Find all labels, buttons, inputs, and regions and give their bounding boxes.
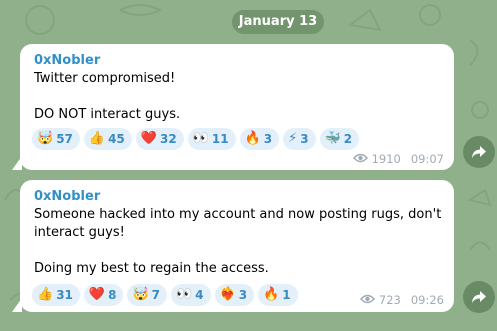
reaction-count: 57 — [56, 132, 73, 146]
message-bubble[interactable]: 0xNobler Twitter compromised! DO NOT int… — [12, 44, 454, 170]
exploding-head-icon: 🤯 — [132, 287, 149, 302]
message-text: Twitter compromised! DO NOT interact guy… — [34, 71, 181, 122]
bubble-tail — [12, 156, 22, 170]
bubble-tail — [12, 298, 22, 312]
reaction-count: 2 — [343, 132, 353, 146]
red-heart-icon: ❤️ — [88, 287, 106, 302]
exploding-head-icon: 🤯 — [37, 131, 54, 146]
reaction-count: 3 — [263, 132, 273, 146]
reaction-eyes[interactable]: 👀 4 — [170, 284, 211, 306]
view-count: 723 — [378, 293, 401, 307]
message-bubble[interactable]: 0xNobler Someone hacked into my account … — [12, 180, 454, 312]
reactions-bar: 🤯 57 👍 45 ❤️ 32 👀 11 🔥 3 ⚡ 3 🐳 2 — [32, 128, 360, 150]
reaction-count: 4 — [195, 288, 204, 302]
reaction-count: 3 — [300, 132, 309, 146]
reaction-count: 45 — [108, 132, 125, 146]
heart-on-fire-icon: ❤️‍🔥 — [219, 287, 236, 302]
reactions-bar: 👍 31 ❤️ 8 🤯 7 👀 4 ❤️‍🔥 3 🔥 1 — [32, 284, 298, 306]
message-meta: 1910 09:07 — [352, 152, 444, 166]
message-meta: 723 09:26 — [359, 293, 444, 307]
eyes-icon: 👀 — [192, 131, 209, 146]
reaction-count: 11 — [211, 132, 229, 146]
fire-icon: 🔥 — [263, 287, 280, 302]
share-arrow-icon — [472, 291, 486, 303]
share-button[interactable] — [463, 136, 495, 168]
views-icon — [352, 152, 368, 166]
reaction-thumbs-up[interactable]: 👍 45 — [83, 128, 132, 150]
reaction-eyes[interactable]: 👀 11 — [187, 128, 236, 150]
reaction-lightning[interactable]: ⚡ 3 — [283, 128, 316, 150]
reaction-whale[interactable]: 🐳 2 — [319, 128, 360, 150]
reaction-exploding-head[interactable]: 🤯 7 — [127, 284, 167, 306]
reaction-count: 1 — [282, 288, 291, 302]
eyes-icon: 👀 — [175, 287, 193, 302]
sender-name[interactable]: 0xNobler — [34, 52, 442, 70]
reaction-red-heart[interactable]: ❤️ 32 — [135, 128, 184, 150]
fire-icon: 🔥 — [244, 131, 261, 146]
message-time: 09:07 — [410, 152, 444, 166]
thumbs-up-icon: 👍 — [37, 287, 54, 302]
whale-icon: 🐳 — [324, 131, 341, 146]
reaction-heart-on-fire[interactable]: ❤️‍🔥 3 — [214, 284, 255, 306]
view-count: 1910 — [371, 152, 401, 166]
lightning-icon: ⚡ — [288, 131, 298, 146]
reaction-exploding-head[interactable]: 🤯 57 — [32, 128, 80, 150]
reaction-count: 8 — [108, 288, 117, 302]
reaction-thumbs-up[interactable]: 👍 31 — [32, 284, 80, 306]
message-text: Someone hacked into my account and now p… — [34, 207, 442, 276]
reaction-count: 3 — [238, 288, 248, 302]
red-heart-icon: ❤️ — [140, 131, 157, 146]
reaction-fire[interactable]: 🔥 1 — [258, 284, 298, 306]
sender-name[interactable]: 0xNobler — [34, 188, 442, 206]
reaction-red-heart[interactable]: ❤️ 8 — [83, 284, 124, 306]
reaction-count: 32 — [159, 132, 177, 146]
thumbs-up-icon: 👍 — [88, 131, 106, 146]
share-arrow-icon — [472, 146, 486, 158]
date-separator: January 13 — [232, 10, 324, 34]
reaction-count: 7 — [151, 288, 160, 302]
reaction-fire[interactable]: 🔥 3 — [239, 128, 280, 150]
share-button[interactable] — [463, 281, 495, 313]
message-time: 09:26 — [410, 293, 444, 307]
reaction-count: 31 — [56, 288, 73, 302]
views-icon — [359, 293, 375, 307]
